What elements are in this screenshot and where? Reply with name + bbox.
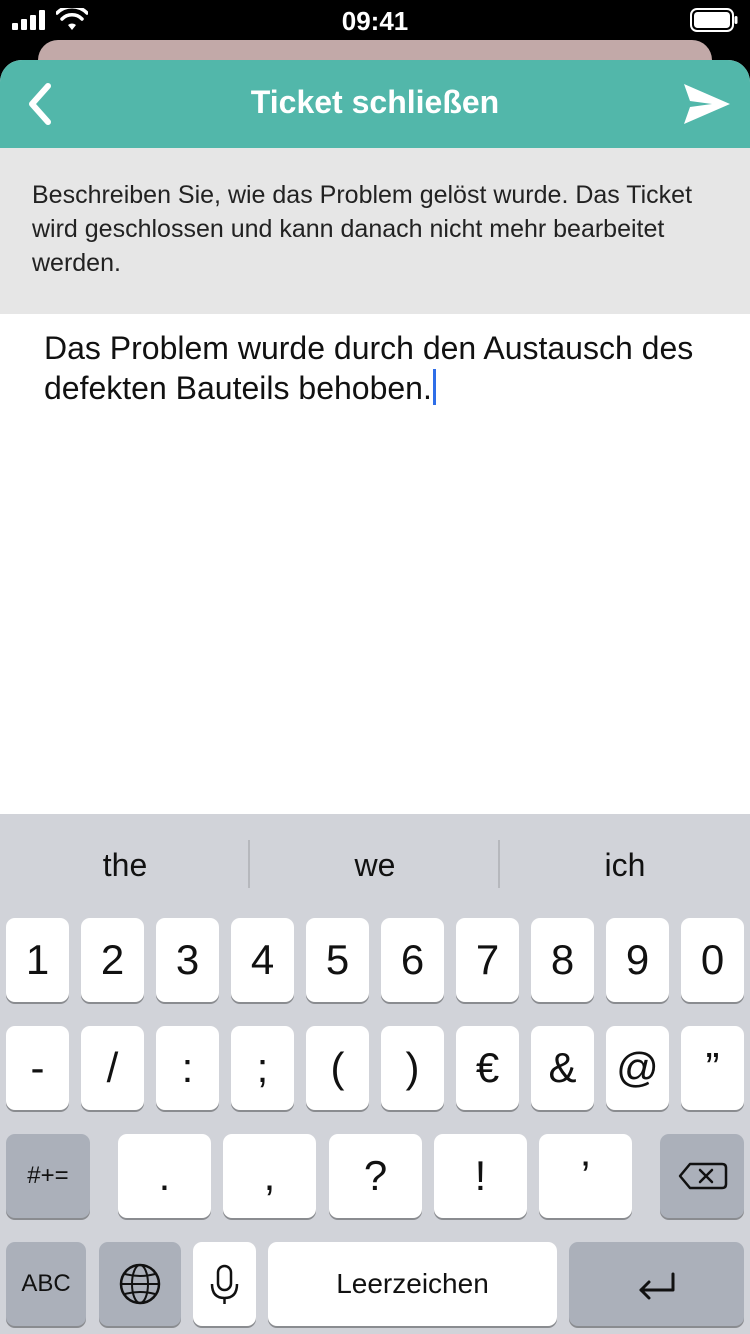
page-title: Ticket schließen [250, 84, 500, 120]
key-at[interactable]: @ [606, 1026, 669, 1110]
navigation-bar: Ticket schließen [0, 60, 750, 148]
key-semicolon[interactable]: ; [231, 1026, 294, 1110]
key-apostrophe[interactable]: ’ [539, 1134, 632, 1218]
key-comma[interactable]: , [223, 1134, 316, 1218]
key-open-paren[interactable]: ( [306, 1026, 369, 1110]
globe-icon [119, 1263, 161, 1305]
key-8[interactable]: 8 [531, 918, 594, 1002]
keyboard: the we ich 1 2 3 4 5 6 7 8 9 0 - / : ; (… [0, 814, 750, 1334]
symbols-toggle-key[interactable]: #+= [6, 1134, 90, 1218]
key-3[interactable]: 3 [156, 918, 219, 1002]
status-bar: 09:41 [0, 0, 750, 40]
return-key[interactable] [569, 1242, 744, 1326]
instruction-box: Beschreiben Sie, wie das Problem gelöst … [0, 148, 750, 314]
suggestion-item[interactable]: we [250, 840, 500, 890]
key-1[interactable]: 1 [6, 918, 69, 1002]
status-time: 09:41 [341, 6, 409, 36]
delete-key[interactable] [660, 1134, 744, 1218]
send-button[interactable] [682, 80, 732, 128]
key-2[interactable]: 2 [81, 918, 144, 1002]
key-9[interactable]: 9 [606, 918, 669, 1002]
battery-icon [690, 8, 738, 32]
microphone-icon [210, 1264, 239, 1304]
suggestion-bar: the we ich [0, 814, 750, 916]
key-0[interactable]: 0 [681, 918, 744, 1002]
suggestion-item[interactable]: ich [500, 840, 750, 890]
key-exclamation[interactable]: ! [434, 1134, 527, 1218]
key-5[interactable]: 5 [306, 918, 369, 1002]
key-ampersand[interactable]: & [531, 1026, 594, 1110]
dictation-key[interactable] [193, 1242, 256, 1326]
key-4[interactable]: 4 [231, 918, 294, 1002]
delete-backspace-icon [678, 1162, 728, 1190]
key-euro[interactable]: € [456, 1026, 519, 1110]
instruction-text: Beschreiben Sie, wie das Problem gelöst … [32, 181, 693, 277]
key-quote[interactable]: ” [681, 1026, 744, 1110]
return-icon [639, 1272, 675, 1300]
key-6[interactable]: 6 [381, 918, 444, 1002]
space-key[interactable]: Leerzeichen [268, 1242, 557, 1326]
globe-key[interactable] [99, 1242, 181, 1326]
key-7[interactable]: 7 [456, 918, 519, 1002]
key-question[interactable]: ? [329, 1134, 422, 1218]
key-close-paren[interactable]: ) [381, 1026, 444, 1110]
key-colon[interactable]: : [156, 1026, 219, 1110]
key-period[interactable]: . [118, 1134, 211, 1218]
resolution-text-area[interactable]: Das Problem wurde durch den Austausch de… [0, 314, 750, 814]
abc-key[interactable]: ABC [6, 1242, 86, 1326]
text-cursor [432, 369, 436, 405]
key-slash[interactable]: / [81, 1026, 144, 1110]
paper-plane-send-icon [684, 84, 730, 124]
resolution-text: Das Problem wurde durch den Austausch de… [44, 330, 694, 406]
key-hyphen[interactable]: - [6, 1026, 69, 1110]
suggestion-item[interactable]: the [0, 840, 250, 890]
